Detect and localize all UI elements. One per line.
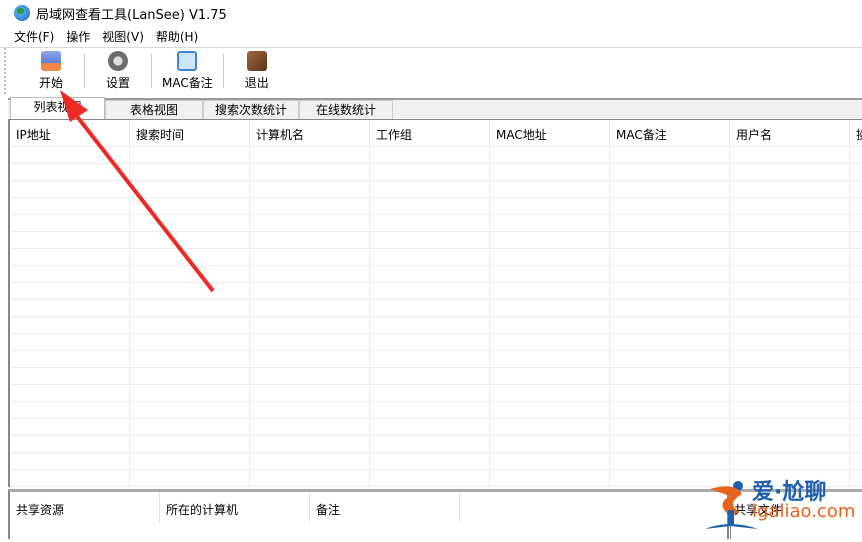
- column-more[interactable]: 操: [850, 120, 862, 146]
- watermark-figure-icon: [705, 481, 758, 529]
- menu-help[interactable]: 帮助(H): [156, 28, 198, 45]
- tab-table-view[interactable]: 表格视图: [105, 100, 203, 120]
- column-computer-name[interactable]: 计算机名: [250, 120, 370, 146]
- column-mac-note[interactable]: MAC备注: [610, 120, 730, 146]
- menu-view[interactable]: 视图(V): [102, 28, 144, 45]
- tab-list-view[interactable]: 列表视图: [10, 97, 105, 120]
- exit-boot-icon: [246, 51, 267, 71]
- tab-online-count[interactable]: 在线数统计: [299, 100, 393, 120]
- column-mac[interactable]: MAC地址: [490, 120, 610, 146]
- start-icon: [41, 51, 61, 71]
- table-header: IP地址 搜索时间 计算机名 工作组 MAC地址 MAC备注 用户名 操: [10, 120, 862, 146]
- watermark-logo: 爱·尬聊 igaliao.com: [700, 474, 862, 539]
- tab-search-count[interactable]: 搜索次数统计: [203, 100, 299, 120]
- globe-app-icon: [14, 5, 30, 21]
- mac-note-icon: [177, 51, 198, 71]
- menu-operate[interactable]: 操作: [66, 28, 90, 45]
- column-ip[interactable]: IP地址: [10, 120, 130, 146]
- exit-button[interactable]: 退出: [224, 48, 290, 94]
- column-host-computer[interactable]: 所在的计算机: [160, 492, 310, 522]
- toolbar: 开始 设置 MAC备注 退出: [4, 48, 862, 94]
- column-username[interactable]: 用户名: [730, 120, 850, 146]
- menu-bar: 文件(F) 操作 视图(V) 帮助(H): [0, 26, 862, 48]
- column-search-time[interactable]: 搜索时间: [130, 120, 250, 146]
- column-workgroup[interactable]: 工作组: [370, 120, 490, 146]
- view-tabs: 表格视图 搜索次数统计 在线数统计 列表视图: [8, 97, 862, 120]
- column-share[interactable]: 共享资源: [10, 492, 160, 522]
- window-title: 局域网查看工具(LanSee) V1.75: [36, 7, 227, 23]
- menu-file[interactable]: 文件(F): [14, 28, 54, 45]
- column-remark[interactable]: 备注: [310, 492, 460, 522]
- title-bar: 局域网查看工具(LanSee) V1.75: [0, 0, 862, 26]
- settings-gear-icon: [108, 51, 128, 71]
- settings-button[interactable]: 设置: [85, 48, 151, 94]
- start-button[interactable]: 开始: [18, 48, 84, 94]
- empty-rows: [10, 146, 862, 487]
- mac-note-button[interactable]: MAC备注: [152, 48, 223, 94]
- host-list-table[interactable]: IP地址 搜索时间 计算机名 工作组 MAC地址 MAC备注 用户名 操: [8, 119, 862, 487]
